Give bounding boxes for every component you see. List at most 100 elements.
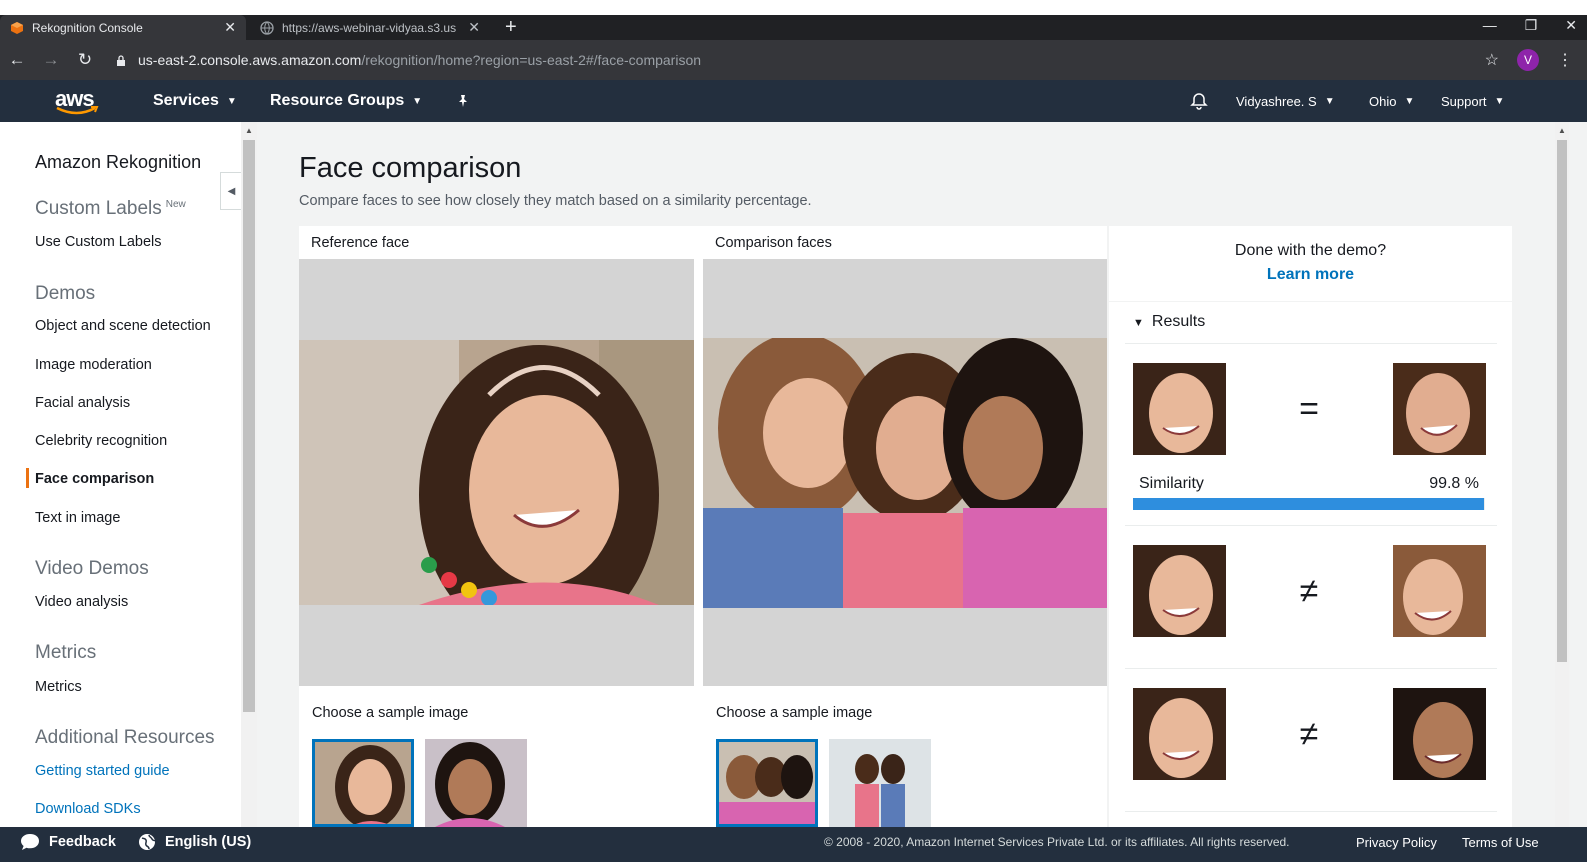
sidebar-item-object-scene-detection[interactable]: Object and scene detection	[35, 318, 211, 334]
sidebar-item-face-comparison[interactable]: Face comparison	[35, 471, 154, 487]
scroll-up-icon[interactable]: ▲	[1558, 126, 1566, 135]
collapse-sidebar-button[interactable]: ◀	[220, 172, 242, 210]
results-panel: ▼ Results = Similarity 99.8 % ≠ ≠	[1109, 302, 1512, 827]
sidebar-item-use-custom-labels[interactable]: Use Custom Labels	[35, 234, 162, 250]
services-label: Services	[153, 92, 219, 109]
comparison-image-area[interactable]	[703, 259, 1107, 686]
resource-groups-label: Resource Groups	[270, 92, 405, 109]
tab-s3-webinar[interactable]: https://aws-webinar-vidyaa.s3.us ✕	[250, 15, 490, 40]
feedback-button[interactable]: Feedback	[20, 827, 116, 857]
user-menu[interactable]: Vidyashree. S ▼	[1236, 80, 1335, 122]
sidebar-item-getting-started[interactable]: Getting started guide	[35, 763, 170, 779]
privacy-policy-link[interactable]: Privacy Policy	[1356, 827, 1437, 857]
reference-face-crop	[1133, 545, 1226, 637]
sidebar-item-celebrity-recognition[interactable]: Celebrity recognition	[35, 433, 167, 449]
comparison-sample-thumb-2[interactable]	[829, 739, 931, 827]
demo-info-panel: Done with the demo? Learn more	[1109, 226, 1512, 301]
learn-more-link[interactable]: Learn more	[1109, 266, 1512, 284]
reference-face-label: Reference face	[311, 235, 410, 251]
comparison-sample-label: Choose a sample image	[716, 705, 873, 721]
close-window-button[interactable]: ✕	[1565, 15, 1577, 35]
active-indicator	[26, 468, 29, 488]
minimize-button[interactable]: —	[1483, 15, 1497, 35]
similarity-value: 99.8 %	[1429, 475, 1479, 492]
language-selector[interactable]: English (US)	[138, 827, 251, 857]
sidebar-item-image-moderation[interactable]: Image moderation	[35, 357, 152, 373]
sidebar-item-download-sdks[interactable]: Download SDKs	[35, 801, 141, 817]
scrollbar-thumb[interactable]	[1557, 140, 1567, 662]
page-subtitle: Compare faces to see how closely they ma…	[299, 193, 812, 209]
tab-close-icon[interactable]: ✕	[224, 19, 236, 36]
restore-button[interactable]: ❐	[1525, 15, 1538, 35]
user-label: Vidyashree. S	[1236, 93, 1317, 109]
profile-avatar[interactable]: V	[1517, 49, 1539, 71]
page-title: Face comparison	[299, 152, 522, 184]
divider	[1125, 668, 1497, 669]
tab-title: Rekognition Console	[32, 20, 143, 35]
pin-icon[interactable]	[456, 80, 470, 122]
reference-face-crop	[1133, 363, 1226, 455]
globe-icon	[139, 834, 156, 850]
reference-image-area[interactable]	[299, 259, 694, 686]
scrollbar-thumb[interactable]	[243, 140, 255, 712]
resource-groups-menu[interactable]: Resource Groups ▼	[270, 80, 422, 122]
comparison-sample-thumb-1[interactable]	[716, 739, 818, 827]
bell-icon[interactable]	[1190, 80, 1208, 122]
sidebar-scrollbar[interactable]: ▲	[241, 122, 257, 827]
region-menu[interactable]: Ohio ▼	[1369, 80, 1414, 122]
comparison-face-crop-1	[1393, 363, 1486, 455]
services-menu[interactable]: Services ▼	[153, 80, 237, 122]
star-bookmark-icon[interactable]: ☆	[1485, 50, 1499, 70]
match-equals-icon: =	[1299, 390, 1319, 428]
forward-arrow-icon[interactable]: →	[34, 50, 68, 70]
chevron-down-icon: ▼	[226, 95, 237, 107]
caret-down-icon: ▼	[1133, 317, 1144, 329]
sidebar-item-video-analysis[interactable]: Video analysis	[35, 594, 128, 610]
reference-photo	[299, 340, 694, 605]
section-metrics: Metrics	[35, 642, 97, 663]
new-badge: New	[165, 198, 186, 210]
comparison-photo	[703, 338, 1107, 608]
reference-sample-thumb-2[interactable]	[425, 739, 527, 827]
chevron-down-icon: ▼	[1324, 95, 1335, 107]
sidebar-item-metrics[interactable]: Metrics	[35, 679, 82, 695]
new-tab-button[interactable]: +	[505, 15, 517, 40]
tab-bar: Rekognition Console ✕ https://aws-webina…	[0, 15, 1587, 40]
tab-rekognition-console[interactable]: Rekognition Console ✕	[0, 15, 246, 40]
terms-of-use-link[interactable]: Terms of Use	[1462, 827, 1539, 857]
back-arrow-icon[interactable]: ←	[0, 50, 34, 70]
divider	[1125, 343, 1497, 344]
divider	[1125, 811, 1497, 812]
kebab-menu-icon[interactable]: ⋮	[1557, 50, 1573, 70]
aws-favicon-icon	[11, 21, 23, 34]
comparison-panel: Reference face Comparison faces Choose a…	[299, 226, 1107, 827]
section-video-demos: Video Demos	[35, 558, 149, 579]
main-scrollbar[interactable]: ▲	[1555, 122, 1569, 827]
globe-icon	[260, 20, 274, 35]
aws-smile-icon	[56, 106, 99, 115]
reload-icon[interactable]: ↻	[68, 50, 102, 70]
reference-sample-label: Choose a sample image	[312, 705, 469, 721]
url-field[interactable]: us-east-2.console.aws.amazon.com/rekogni…	[116, 52, 1485, 68]
address-bar: ← → ↻ us-east-2.console.aws.amazon.com/r…	[0, 40, 1587, 80]
lock-icon	[117, 54, 125, 66]
sidebar-item-facial-analysis[interactable]: Facial analysis	[35, 395, 130, 411]
similarity-bar	[1133, 498, 1485, 510]
reference-sample-thumb-1[interactable]	[312, 739, 414, 827]
sidebar-title[interactable]: Amazon Rekognition	[35, 152, 201, 173]
sidebar-item-text-in-image[interactable]: Text in image	[35, 510, 120, 526]
results-toggle[interactable]: ▼ Results	[1133, 313, 1205, 331]
similarity-bar-fill	[1133, 498, 1485, 510]
aws-logo[interactable]: aws	[55, 86, 99, 116]
done-with-demo-text: Done with the demo?	[1234, 242, 1387, 259]
url-host: us-east-2.console.aws.amazon.com	[138, 52, 362, 68]
support-menu[interactable]: Support ▼	[1441, 80, 1504, 122]
copyright-text: © 2008 - 2020, Amazon Internet Services …	[824, 835, 1290, 849]
scroll-up-icon[interactable]: ▲	[245, 126, 253, 135]
support-label: Support	[1441, 93, 1487, 109]
similarity-label: Similarity	[1139, 475, 1204, 492]
not-equal-icon: ≠	[1299, 715, 1319, 753]
reference-face-crop	[1133, 688, 1226, 780]
tab-close-icon[interactable]: ✕	[468, 19, 480, 36]
section-heading: Custom Labels	[35, 198, 162, 219]
